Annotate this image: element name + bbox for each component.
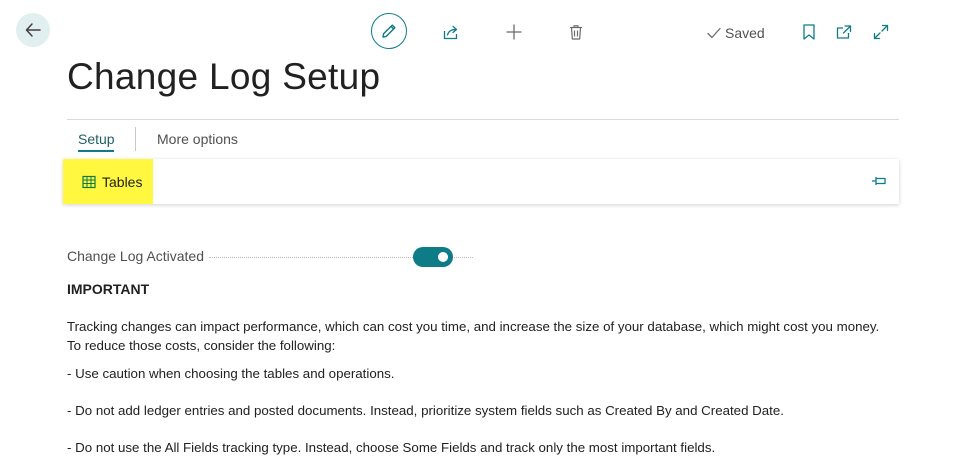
tables-label: Tables: [102, 173, 143, 190]
checkmark-icon: [707, 27, 721, 39]
saved-status: Saved: [706, 24, 765, 42]
delete-button[interactable]: [566, 22, 586, 42]
plus-icon: [506, 24, 522, 40]
page-title: Change Log Setup: [67, 56, 381, 97]
tab-setup[interactable]: Setup: [78, 131, 115, 147]
saved-label: Saved: [725, 25, 765, 41]
new-button[interactable]: [504, 22, 524, 42]
share-button[interactable]: [441, 22, 461, 42]
trash-icon: [570, 25, 582, 40]
notice-paragraph: - Do not add ledger entries and posted d…: [67, 403, 784, 418]
tab-more-options[interactable]: More options: [157, 131, 238, 147]
change-log-activated-label: Change Log Activated: [67, 248, 204, 264]
pencil-icon: [382, 24, 396, 38]
table-grid-icon: [82, 175, 96, 188]
open-in-new-window-icon: [836, 25, 852, 39]
notice-paragraph: - Use caution when choosing the tables a…: [67, 366, 395, 381]
notice-paragraph: Tracking changes can impact performance,…: [67, 319, 880, 353]
pin-button[interactable]: [871, 174, 889, 188]
pin-icon: [872, 177, 886, 185]
open-new-window-button[interactable]: [834, 22, 854, 42]
expand-button[interactable]: [871, 22, 891, 42]
expand-icon: [873, 24, 889, 40]
tab-setup-active-indicator: [78, 150, 114, 152]
edit-button[interactable]: [371, 13, 407, 49]
back-button[interactable]: [16, 13, 50, 47]
bookmark-button[interactable]: [800, 22, 818, 42]
back-arrow-icon: [25, 23, 41, 37]
tables-button[interactable]: Tables: [63, 159, 153, 204]
change-log-activated-toggle[interactable]: [413, 247, 453, 267]
important-heading: IMPORTANT: [67, 281, 150, 297]
share-icon: [443, 25, 458, 40]
toggle-knob: [438, 252, 448, 262]
title-divider: [67, 119, 899, 120]
bookmark-icon: [803, 24, 815, 40]
change-log-activated-field: Change Log Activated: [67, 247, 473, 267]
action-bar: Tables: [63, 159, 899, 204]
notice-paragraph: - Do not use the All Fields tracking typ…: [67, 440, 716, 455]
tab-separator: [135, 127, 136, 151]
